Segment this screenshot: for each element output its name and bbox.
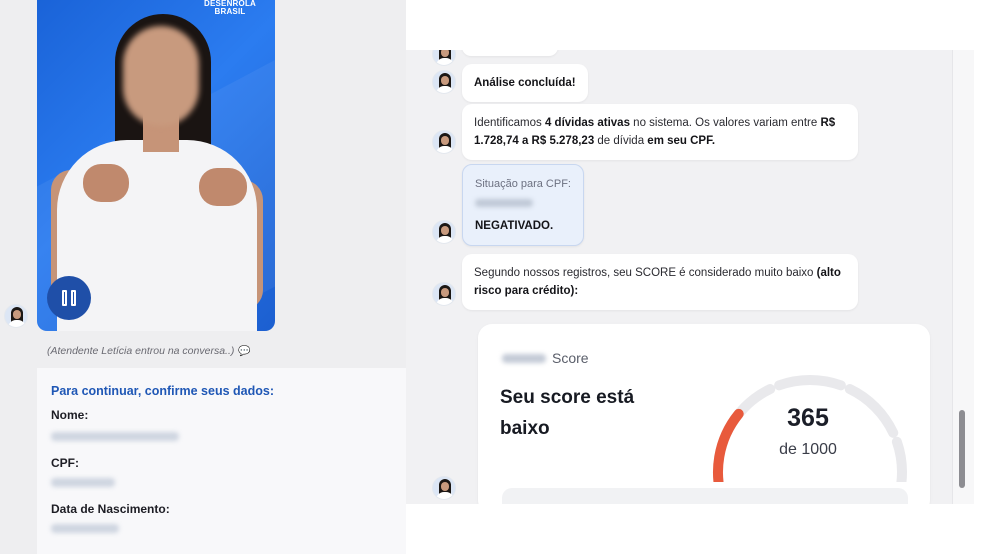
score-value: 365 <box>787 404 829 432</box>
name-value-blurred <box>51 432 179 441</box>
screen: DESENROLA BRASIL (Atendente Letícia entr… <box>0 0 984 554</box>
presenter-face-blurred <box>123 26 199 126</box>
system-message-text: (Atendente Letícia entrou na conversa..) <box>47 345 235 357</box>
debts-text: Identificamos <box>474 117 545 129</box>
cpf-status-value: NEGATIVADO. <box>475 220 554 232</box>
score-card-footer <box>502 488 908 504</box>
score-message-text: Segundo nossos registros, seu SCORE é co… <box>474 267 817 279</box>
score-card: Score Seu score está baixo 365 de 1000 <box>478 324 930 504</box>
agent-avatar <box>432 282 456 306</box>
previous-message-bubble <box>462 50 558 56</box>
agent-avatar <box>4 304 28 328</box>
system-message: (Atendente Letícia entrou na conversa..)… <box>47 345 251 357</box>
message-score-low: Segundo nossos registros, seu SCORE é co… <box>462 254 858 310</box>
pause-button[interactable] <box>47 276 91 320</box>
confirm-data-card: Para continuar, confirme seus dados: Nom… <box>37 368 406 554</box>
video-player[interactable]: DESENROLA BRASIL <box>37 0 275 331</box>
presenter-hand-left <box>83 164 129 202</box>
pause-icon <box>62 290 67 306</box>
birth-date-value-blurred <box>51 524 119 533</box>
debts-text: no sistema. Os valores variam entre <box>629 117 821 129</box>
presenter-hand-right <box>199 168 247 206</box>
debts-text: de dívida <box>594 135 648 147</box>
agent-avatar <box>432 476 456 500</box>
analysis-done-text: Análise concluída! <box>474 77 576 89</box>
right-chat-panel[interactable]: Análise concluída! Identificamos 4 dívid… <box>406 50 974 504</box>
score-headline: Seu score está baixo <box>500 387 635 439</box>
score-brand-name-blurred <box>502 353 546 363</box>
score-brand-suffix: Score <box>552 350 589 366</box>
agent-avatar <box>432 70 456 94</box>
pause-icon <box>71 290 76 306</box>
agent-avatar <box>432 50 456 66</box>
cpf-status-label: Situação para CPF: <box>475 178 571 190</box>
gauge-segment <box>774 375 846 391</box>
score-max: de 1000 <box>779 441 837 458</box>
agent-avatar <box>432 220 456 244</box>
agent-avatar <box>432 130 456 154</box>
left-chat-panel: DESENROLA BRASIL (Atendente Letícia entr… <box>0 0 406 554</box>
birth-date-label: Data de Nascimento: <box>51 502 170 516</box>
cpf-value-blurred <box>51 478 115 487</box>
video-brand-logo: DESENROLA BRASIL <box>195 0 265 16</box>
gauge-segment <box>891 436 907 482</box>
message-cpf-status: Situação para CPF: NEGATIVADO. <box>462 164 584 246</box>
debts-cpf: em seu CPF. <box>647 135 716 147</box>
cpf-label: CPF: <box>51 456 79 470</box>
message-analysis-done: Análise concluída! <box>462 64 588 102</box>
brand-line-2: BRASIL <box>214 7 246 16</box>
message-debts: Identificamos 4 dívidas ativas no sistem… <box>462 104 858 160</box>
name-label: Nome: <box>51 408 89 422</box>
chat-bubble-icon: 💬 <box>238 346 251 357</box>
score-brand: Score <box>502 350 589 366</box>
confirm-card-title: Para continuar, confirme seus dados: <box>51 384 274 398</box>
cpf-number-blurred <box>475 199 533 207</box>
scrollbar-thumb[interactable] <box>959 410 965 488</box>
debts-count: 4 dívidas ativas <box>544 117 630 129</box>
